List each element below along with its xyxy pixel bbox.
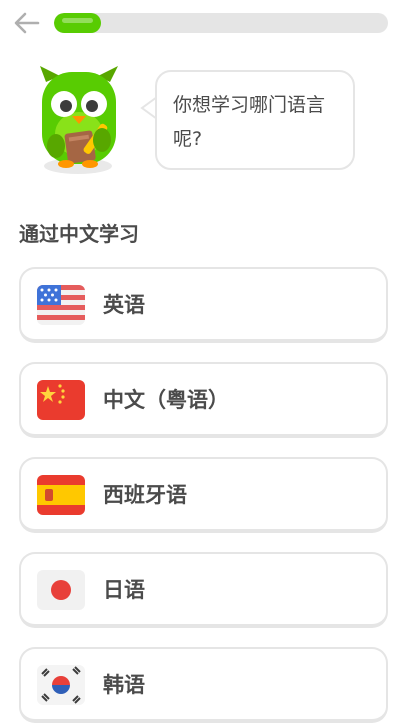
back-button[interactable] — [12, 10, 42, 36]
arrow-left-icon — [14, 12, 40, 34]
speech-bubble: 你想学习哪门语言呢? — [155, 70, 355, 170]
language-option-label: 韩语 — [103, 673, 145, 697]
progress-bar-fill — [54, 13, 101, 33]
japan-flag-icon — [37, 570, 85, 610]
owl-mascot-icon — [32, 60, 132, 180]
language-option-label: 中文（粤语） — [103, 388, 229, 412]
progress-bar — [54, 13, 388, 33]
language-option-spanish[interactable]: 西班牙语 — [19, 457, 388, 533]
language-option-label: 西班牙语 — [103, 483, 187, 507]
china-flag-icon — [37, 380, 85, 420]
korea-flag-icon — [37, 665, 85, 705]
language-option-label: 英语 — [103, 293, 145, 317]
section-title: 通过中文学习 — [19, 222, 139, 246]
language-option-label: 日语 — [103, 578, 145, 602]
language-option-korean[interactable]: 韩语 — [19, 647, 388, 723]
speech-bubble-text: 你想学习哪门语言呢? — [173, 94, 326, 150]
us-flag-icon — [37, 285, 85, 325]
language-option-english[interactable]: 英语 — [19, 267, 388, 343]
language-option-cantonese[interactable]: 中文（粤语） — [19, 362, 388, 438]
spain-flag-icon — [37, 475, 85, 515]
language-option-japanese[interactable]: 日语 — [19, 552, 388, 628]
